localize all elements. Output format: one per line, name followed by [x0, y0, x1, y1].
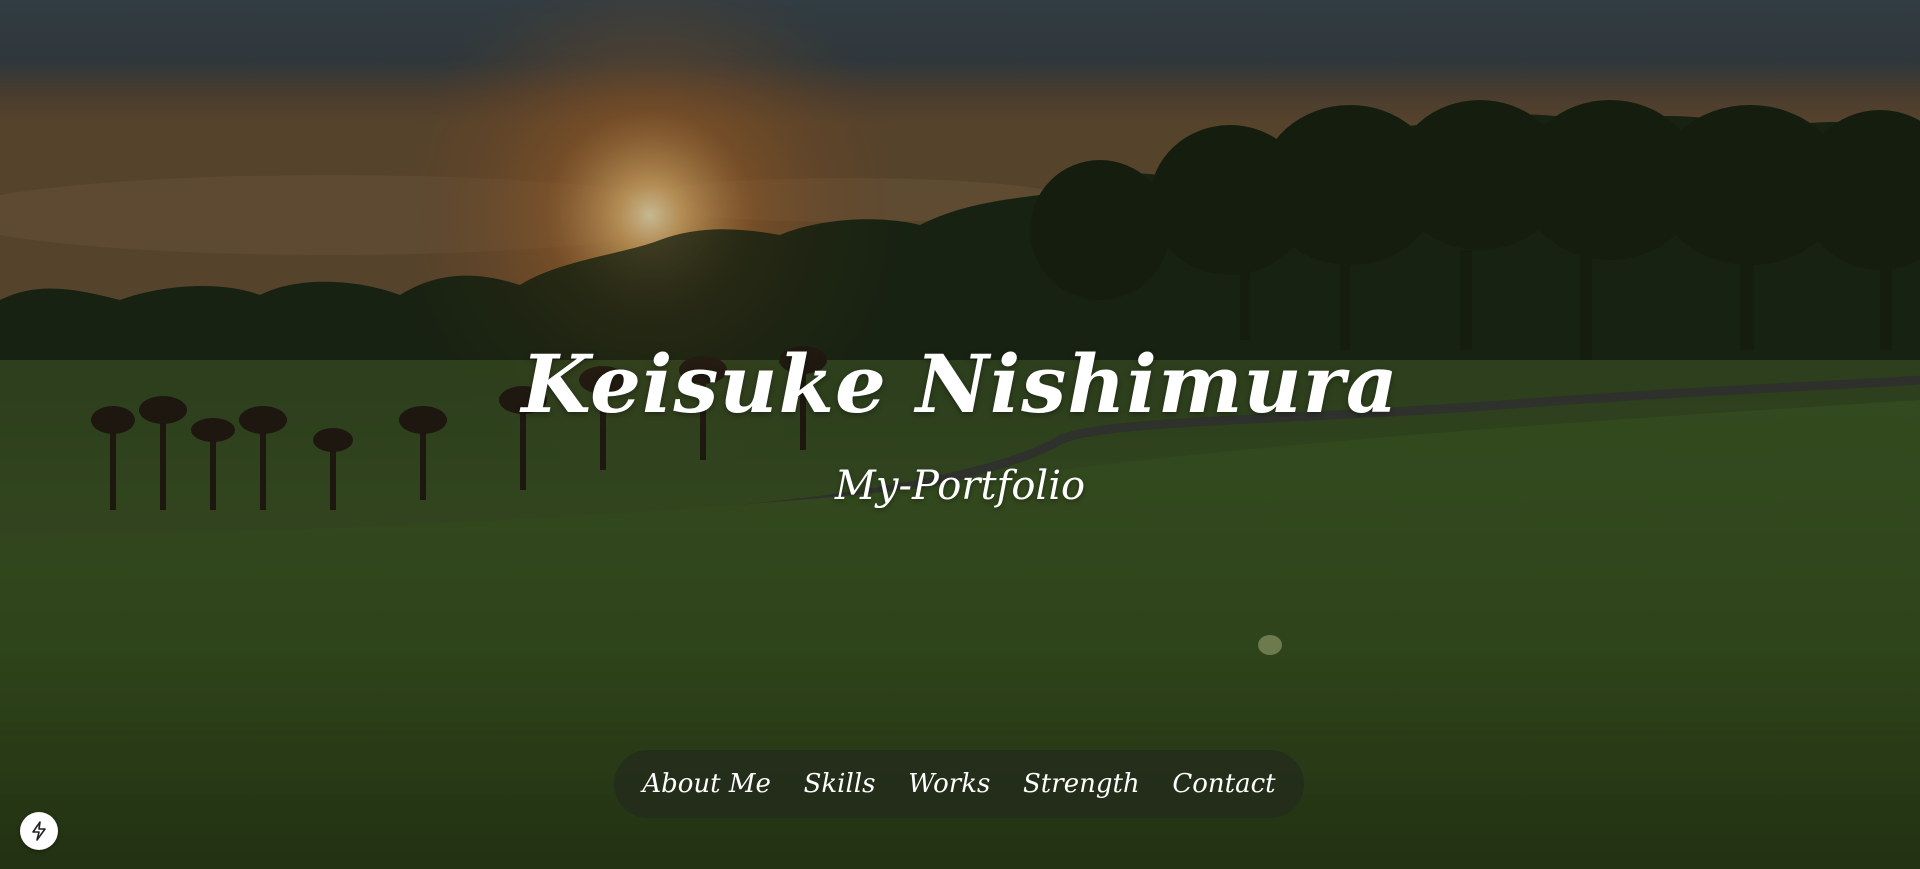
landscape-background-image [0, 0, 1920, 869]
nav-item-skills[interactable]: Skills [804, 769, 876, 799]
nav-item-strength[interactable]: Strength [1023, 769, 1140, 799]
dev-tools-button[interactable] [20, 812, 58, 850]
page-subtitle: My-Portfolio [834, 463, 1086, 509]
main-nav: About Me Skills Works Strength Contact [614, 750, 1304, 818]
nav-item-about-me[interactable]: About Me [642, 769, 771, 799]
hero-section: Keisuke Nishimura My-Portfolio About Me … [0, 0, 1920, 869]
nav-item-works[interactable]: Works [908, 769, 990, 799]
nav-item-contact[interactable]: Contact [1172, 769, 1275, 799]
bolt-icon [32, 821, 46, 841]
page-title: Keisuke Nishimura [521, 337, 1399, 431]
